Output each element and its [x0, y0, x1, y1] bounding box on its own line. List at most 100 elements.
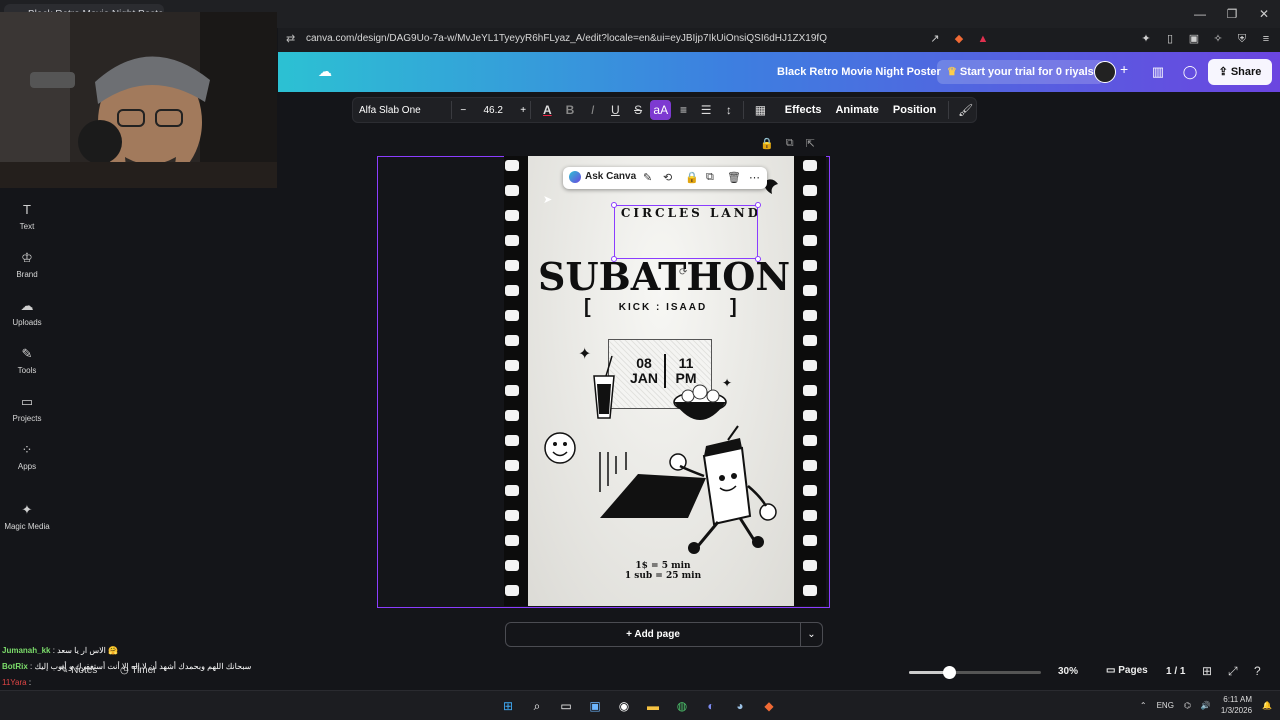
- pages-button[interactable]: ▭ Pages: [1106, 665, 1148, 676]
- brave-icon[interactable]: ◆: [759, 696, 779, 716]
- maximize-icon[interactable]: ❐: [1216, 0, 1248, 28]
- tray-chevron-icon[interactable]: ⌃: [1140, 701, 1147, 710]
- italic-icon[interactable]: I: [582, 100, 603, 120]
- spacing-icon[interactable]: ↕: [718, 100, 739, 120]
- vpn-icon[interactable]: ⛨: [1234, 31, 1250, 47]
- brave-shield-icon[interactable]: ◆: [952, 31, 966, 47]
- site-info-icon[interactable]: ⇄: [286, 32, 295, 45]
- cloud-sync-icon[interactable]: ☁: [318, 63, 332, 80]
- projects-icon: ▭: [20, 394, 34, 409]
- lock-icon[interactable]: 🔒: [685, 171, 699, 184]
- share-button[interactable]: ⇪ Share: [1208, 59, 1272, 85]
- rail-item-text[interactable]: T Text: [0, 202, 54, 231]
- share-page-icon[interactable]: ↗: [928, 31, 942, 47]
- rail-label: Uploads: [12, 318, 42, 327]
- ask-canva-button[interactable]: Ask Canva: [569, 171, 636, 183]
- animate-button[interactable]: Animate: [835, 104, 878, 116]
- clock[interactable]: 6:11 AM 1/3/2026: [1221, 694, 1252, 716]
- help-icon[interactable]: ?: [1254, 664, 1261, 678]
- transparency-icon[interactable]: ▦: [750, 100, 771, 120]
- rail-item-projects[interactable]: ▭ Projects: [0, 394, 54, 423]
- increase-size-button[interactable]: +: [520, 105, 526, 116]
- avatar[interactable]: [1094, 61, 1116, 83]
- case-icon[interactable]: aA: [650, 100, 672, 120]
- steam-icon[interactable]: ◕: [730, 696, 750, 716]
- minimize-icon[interactable]: —: [1184, 0, 1216, 28]
- screen: Black Retro Movie Night Poster — ❐ ✕ ⇄ c…: [0, 0, 1280, 720]
- underline-icon[interactable]: U: [605, 100, 626, 120]
- store-icon[interactable]: ▣: [585, 696, 605, 716]
- menu-icon[interactable]: ≡: [1258, 31, 1274, 47]
- sidebar-icon[interactable]: ▯: [1162, 31, 1178, 47]
- file-explorer-icon[interactable]: ▬: [643, 696, 663, 716]
- film-hole: [505, 560, 519, 571]
- url-field[interactable]: canva.com/design/DAG9Uo-7a-w/MvJeYL1Tyey…: [306, 33, 936, 44]
- trial-button[interactable]: ♛ Start your trial for 0 riyals: [937, 60, 1104, 84]
- task-view-icon[interactable]: ▭: [556, 696, 576, 716]
- film-hole: [505, 310, 519, 321]
- chat-user: BotRix: [2, 662, 28, 671]
- copy-style-icon[interactable]: 🖌: [955, 100, 976, 120]
- chevron-down-icon[interactable]: ⌄: [801, 622, 823, 647]
- search-icon[interactable]: ⌕: [527, 696, 547, 716]
- page-count: 1 / 1: [1166, 666, 1186, 677]
- wallet-icon[interactable]: ▣: [1186, 31, 1202, 47]
- position-button[interactable]: Position: [893, 104, 936, 116]
- windows-start-icon[interactable]: ⊞: [498, 696, 518, 716]
- text-color-icon[interactable]: A: [537, 100, 558, 120]
- film-hole: [803, 535, 817, 546]
- add-page-icon[interactable]: ⇱: [806, 137, 815, 150]
- list-icon[interactable]: ☰: [696, 100, 717, 120]
- rail-item-apps[interactable]: ⁘ Apps: [0, 442, 54, 471]
- add-collaborator-icon[interactable]: +: [1120, 61, 1128, 77]
- rail-item-uploads[interactable]: ☁ Uploads: [0, 298, 54, 327]
- decrease-size-button[interactable]: −: [460, 105, 466, 116]
- network-icon[interactable]: ⌬: [1184, 701, 1191, 710]
- delete-icon[interactable]: 🗑: [727, 171, 741, 184]
- close-icon[interactable]: ✕: [1248, 0, 1280, 28]
- zoom-slider-handle[interactable]: [943, 666, 956, 679]
- rewards-icon[interactable]: ▲: [976, 31, 990, 47]
- rail-item-magic-media[interactable]: ✦ Magic Media: [0, 502, 54, 531]
- film-hole: [505, 260, 519, 271]
- strikethrough-icon[interactable]: S: [628, 100, 649, 120]
- rail-label: Tools: [17, 366, 37, 375]
- document-title[interactable]: Black Retro Movie Night Poster: [777, 66, 941, 78]
- divider: [743, 101, 745, 119]
- font-size-input[interactable]: 46.2: [476, 105, 510, 116]
- carpet-shape: [600, 474, 706, 518]
- magic-write-icon[interactable]: ✎: [643, 171, 652, 184]
- comment-icon[interactable]: ◯: [1180, 62, 1200, 82]
- discord-icon[interactable]: ◐: [701, 696, 721, 716]
- rail-label: Brand: [16, 270, 38, 279]
- font-family-select[interactable]: Alfa Slab One: [357, 105, 447, 116]
- text-toolbar: Alfa Slab One − 46.2 + A B I U S aA ≡ ☰ …: [352, 97, 977, 123]
- zoom-level[interactable]: 30%: [1058, 666, 1078, 677]
- comment-add-icon[interactable]: ⟲: [663, 171, 672, 184]
- price-text[interactable]: 1$ = 5 min 1 sub = 25 min: [598, 561, 728, 581]
- language-indicator[interactable]: ENG: [1157, 701, 1174, 710]
- notification-icon[interactable]: 🔔: [1262, 701, 1272, 710]
- bold-icon[interactable]: B: [560, 100, 581, 120]
- chrome-icon[interactable]: ◍: [672, 696, 692, 716]
- align-icon[interactable]: ≡: [673, 100, 694, 120]
- effects-button[interactable]: Effects: [785, 104, 822, 116]
- obs-icon[interactable]: ◉: [614, 696, 634, 716]
- duplicate-icon[interactable]: ⧉: [786, 137, 794, 150]
- more-icon[interactable]: ⋯: [749, 171, 760, 184]
- film-hole: [803, 435, 817, 446]
- poster-page[interactable]: CIRCLES LAND ⟳ SUBATHON [ KICK : ISAAD ]…: [504, 156, 826, 606]
- insights-icon[interactable]: ▥: [1148, 62, 1168, 82]
- add-page-button[interactable]: + Add page: [505, 622, 801, 647]
- zoom-slider[interactable]: [909, 666, 1041, 679]
- volume-icon[interactable]: 🔊: [1201, 701, 1211, 710]
- extensions-icon[interactable]: ✦: [1138, 31, 1154, 47]
- lock-icon[interactable]: 🔒: [760, 137, 774, 150]
- rail-item-brand[interactable]: ♔ Brand: [0, 250, 54, 279]
- clock-date: 1/3/2026: [1220, 706, 1253, 715]
- fullscreen-icon[interactable]: ⤢: [1228, 664, 1238, 679]
- grid-view-icon[interactable]: ⊞: [1202, 664, 1212, 678]
- duplicate-icon[interactable]: ⧉: [706, 171, 714, 184]
- rail-item-tools[interactable]: ✎ Tools: [0, 346, 54, 375]
- leo-icon[interactable]: ✧: [1210, 31, 1226, 47]
